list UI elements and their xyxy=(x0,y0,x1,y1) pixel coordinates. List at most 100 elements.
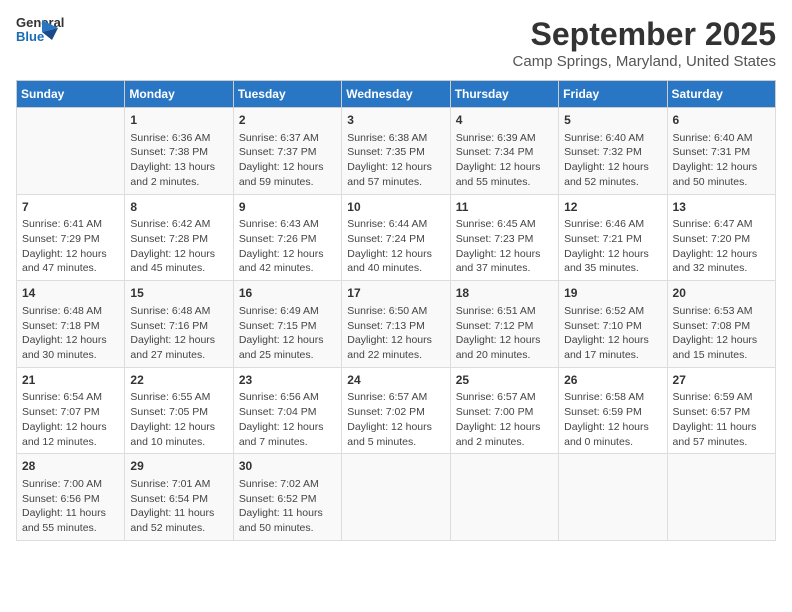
col-header-wednesday: Wednesday xyxy=(342,81,450,108)
day-info-line: and 2 minutes. xyxy=(456,435,553,450)
day-info-line: and 7 minutes. xyxy=(239,435,336,450)
calendar-cell: 26Sunrise: 6:58 AMSunset: 6:59 PMDayligh… xyxy=(559,367,667,454)
day-info-line: and 25 minutes. xyxy=(239,348,336,363)
day-number: 6 xyxy=(673,112,770,129)
day-info-line: Sunset: 6:52 PM xyxy=(239,492,336,507)
day-info-line: Sunrise: 6:39 AM xyxy=(456,131,553,146)
day-number: 19 xyxy=(564,285,661,302)
day-info-line: Sunrise: 6:42 AM xyxy=(130,217,227,232)
day-info-line: Daylight: 12 hours xyxy=(22,420,119,435)
day-info-line: Sunset: 7:28 PM xyxy=(130,232,227,247)
day-info-line: and 32 minutes. xyxy=(673,261,770,276)
calendar-cell: 13Sunrise: 6:47 AMSunset: 7:20 PMDayligh… xyxy=(667,194,775,281)
calendar-cell: 14Sunrise: 6:48 AMSunset: 7:18 PMDayligh… xyxy=(17,281,125,368)
calendar-cell xyxy=(342,454,450,541)
day-info-line: Sunset: 7:35 PM xyxy=(347,145,444,160)
day-info-line: Daylight: 12 hours xyxy=(564,160,661,175)
calendar-cell: 21Sunrise: 6:54 AMSunset: 7:07 PMDayligh… xyxy=(17,367,125,454)
calendar-cell: 23Sunrise: 6:56 AMSunset: 7:04 PMDayligh… xyxy=(233,367,341,454)
day-info-line: Sunset: 7:26 PM xyxy=(239,232,336,247)
day-info-line: and 55 minutes. xyxy=(456,175,553,190)
day-number: 4 xyxy=(456,112,553,129)
day-number: 11 xyxy=(456,199,553,216)
day-info-line: Daylight: 12 hours xyxy=(347,333,444,348)
day-info-line: and 55 minutes. xyxy=(22,521,119,536)
day-info-line: and 22 minutes. xyxy=(347,348,444,363)
day-info-line: Sunrise: 7:02 AM xyxy=(239,477,336,492)
day-info-line: Sunset: 7:31 PM xyxy=(673,145,770,160)
day-info-line: and 35 minutes. xyxy=(564,261,661,276)
day-info-line: Sunrise: 6:41 AM xyxy=(22,217,119,232)
logo-graphic: General Blue xyxy=(16,16,52,52)
calendar-cell: 19Sunrise: 6:52 AMSunset: 7:10 PMDayligh… xyxy=(559,281,667,368)
day-info-line: Sunset: 6:59 PM xyxy=(564,405,661,420)
calendar-cell xyxy=(450,454,558,541)
day-info-line: Sunrise: 6:40 AM xyxy=(564,131,661,146)
day-info-line: Sunset: 7:24 PM xyxy=(347,232,444,247)
day-info-line: Daylight: 12 hours xyxy=(564,420,661,435)
day-info-line: Sunset: 7:02 PM xyxy=(347,405,444,420)
day-info-line: Daylight: 12 hours xyxy=(347,247,444,262)
day-info-line: Sunset: 7:34 PM xyxy=(456,145,553,160)
day-number: 7 xyxy=(22,199,119,216)
day-info-line: Sunrise: 6:43 AM xyxy=(239,217,336,232)
day-info-line: and 30 minutes. xyxy=(22,348,119,363)
day-info-line: Daylight: 12 hours xyxy=(456,420,553,435)
calendar-cell: 15Sunrise: 6:48 AMSunset: 7:16 PMDayligh… xyxy=(125,281,233,368)
day-number: 12 xyxy=(564,199,661,216)
day-number: 24 xyxy=(347,372,444,389)
day-info-line: and 52 minutes. xyxy=(564,175,661,190)
day-number: 5 xyxy=(564,112,661,129)
calendar-cell: 16Sunrise: 6:49 AMSunset: 7:15 PMDayligh… xyxy=(233,281,341,368)
day-info-line: Daylight: 12 hours xyxy=(564,247,661,262)
day-number: 17 xyxy=(347,285,444,302)
day-number: 14 xyxy=(22,285,119,302)
day-number: 28 xyxy=(22,458,119,475)
day-number: 9 xyxy=(239,199,336,216)
day-info-line: Daylight: 12 hours xyxy=(22,333,119,348)
day-number: 29 xyxy=(130,458,227,475)
day-info-line: Sunset: 6:54 PM xyxy=(130,492,227,507)
calendar-cell xyxy=(17,108,125,195)
calendar-cell: 22Sunrise: 6:55 AMSunset: 7:05 PMDayligh… xyxy=(125,367,233,454)
calendar-week-row: 1Sunrise: 6:36 AMSunset: 7:38 PMDaylight… xyxy=(17,108,776,195)
col-header-monday: Monday xyxy=(125,81,233,108)
calendar-cell: 24Sunrise: 6:57 AMSunset: 7:02 PMDayligh… xyxy=(342,367,450,454)
day-info-line: Daylight: 12 hours xyxy=(673,160,770,175)
day-number: 26 xyxy=(564,372,661,389)
col-header-sunday: Sunday xyxy=(17,81,125,108)
day-info-line: and 50 minutes. xyxy=(673,175,770,190)
day-info-line: Sunset: 7:38 PM xyxy=(130,145,227,160)
day-info-line: Sunrise: 6:45 AM xyxy=(456,217,553,232)
day-number: 20 xyxy=(673,285,770,302)
day-info-line: Sunrise: 6:55 AM xyxy=(130,390,227,405)
day-info-line: Sunset: 6:56 PM xyxy=(22,492,119,507)
day-info-line: Daylight: 12 hours xyxy=(130,247,227,262)
calendar-cell: 12Sunrise: 6:46 AMSunset: 7:21 PMDayligh… xyxy=(559,194,667,281)
day-number: 2 xyxy=(239,112,336,129)
day-number: 25 xyxy=(456,372,553,389)
day-info-line: Sunrise: 6:40 AM xyxy=(673,131,770,146)
day-info-line: Sunrise: 6:46 AM xyxy=(564,217,661,232)
day-info-line: Sunrise: 6:58 AM xyxy=(564,390,661,405)
day-info-line: and 45 minutes. xyxy=(130,261,227,276)
day-info-line: Sunrise: 6:44 AM xyxy=(347,217,444,232)
day-info-line: and 2 minutes. xyxy=(130,175,227,190)
day-info-line: Sunset: 7:32 PM xyxy=(564,145,661,160)
calendar-cell xyxy=(559,454,667,541)
day-info-line: Sunset: 7:20 PM xyxy=(673,232,770,247)
day-info-line: and 40 minutes. xyxy=(347,261,444,276)
day-info-line: and 59 minutes. xyxy=(239,175,336,190)
day-info-line: Sunrise: 6:51 AM xyxy=(456,304,553,319)
day-info-line: and 0 minutes. xyxy=(564,435,661,450)
day-info-line: Sunset: 7:23 PM xyxy=(456,232,553,247)
col-header-saturday: Saturday xyxy=(667,81,775,108)
calendar-cell: 27Sunrise: 6:59 AMSunset: 6:57 PMDayligh… xyxy=(667,367,775,454)
calendar-cell: 28Sunrise: 7:00 AMSunset: 6:56 PMDayligh… xyxy=(17,454,125,541)
day-info-line: and 17 minutes. xyxy=(564,348,661,363)
day-info-line: and 10 minutes. xyxy=(130,435,227,450)
day-info-line: Sunrise: 6:54 AM xyxy=(22,390,119,405)
calendar-cell: 11Sunrise: 6:45 AMSunset: 7:23 PMDayligh… xyxy=(450,194,558,281)
calendar-header-row: SundayMondayTuesdayWednesdayThursdayFrid… xyxy=(17,81,776,108)
calendar-cell: 17Sunrise: 6:50 AMSunset: 7:13 PMDayligh… xyxy=(342,281,450,368)
